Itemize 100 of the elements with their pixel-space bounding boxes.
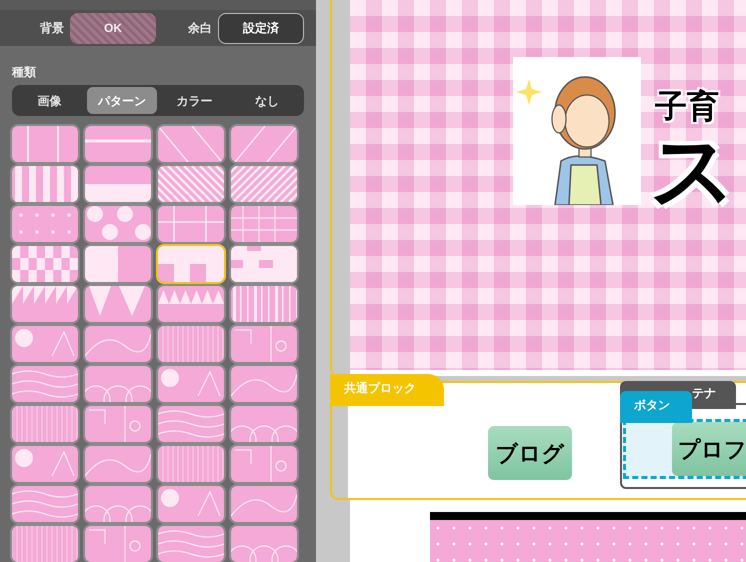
pattern-tile[interactable] [10, 164, 80, 204]
pattern-swatch-icon [12, 166, 78, 202]
margin-button[interactable]: 設定済 [218, 12, 304, 44]
pattern-tile[interactable] [229, 524, 299, 562]
pattern-tile[interactable] [83, 124, 153, 164]
type-tab[interactable]: なし [232, 87, 302, 114]
pattern-tile[interactable] [229, 164, 299, 204]
pattern-tile[interactable] [83, 404, 153, 444]
pattern-tile[interactable] [83, 284, 153, 324]
pattern-tile[interactable] [83, 324, 153, 364]
pattern-tile[interactable] [10, 404, 80, 444]
pattern-tile[interactable] [229, 404, 299, 444]
pattern-swatch-icon [12, 286, 78, 322]
pattern-tile[interactable] [156, 484, 226, 524]
pattern-tile[interactable] [156, 204, 226, 244]
pattern-tile[interactable] [10, 524, 80, 562]
pattern-swatch-icon [158, 406, 224, 442]
pattern-swatch-icon [158, 326, 224, 362]
pattern-tile[interactable] [229, 244, 299, 284]
pattern-tile[interactable] [156, 364, 226, 404]
pattern-tile[interactable] [156, 324, 226, 364]
pattern-swatch-icon [85, 166, 151, 202]
pattern-swatch-icon [158, 286, 224, 322]
pattern-swatch-icon [12, 446, 78, 482]
pattern-swatch-icon [231, 406, 297, 442]
pattern-swatch-icon [158, 526, 224, 562]
pattern-tile[interactable] [10, 364, 80, 404]
pattern-swatch-icon [231, 366, 297, 402]
pattern-swatch-icon [12, 126, 78, 162]
pattern-tile[interactable] [156, 164, 226, 204]
pattern-swatch-icon [85, 246, 151, 282]
background-label: 背景 [40, 20, 64, 38]
pattern-swatch-icon [231, 526, 297, 562]
pattern-swatch-icon [158, 246, 224, 282]
pattern-swatch-icon [231, 246, 297, 282]
pattern-swatch-icon [85, 286, 151, 322]
profile-button[interactable]: プロフ [672, 422, 746, 476]
pattern-tile[interactable] [229, 324, 299, 364]
pattern-swatch-icon [158, 486, 224, 522]
pattern-tile[interactable] [156, 524, 226, 562]
pattern-tile[interactable] [10, 284, 80, 324]
pattern-tile[interactable] [229, 204, 299, 244]
pattern-tile[interactable] [83, 164, 153, 204]
pattern-tile[interactable] [229, 124, 299, 164]
type-tab[interactable]: 画像 [14, 87, 84, 114]
pattern-tile[interactable] [229, 484, 299, 524]
pattern-tile[interactable] [83, 204, 153, 244]
pattern-tile[interactable] [229, 284, 299, 324]
pattern-tile[interactable] [229, 364, 299, 404]
pattern-swatch-icon [12, 486, 78, 522]
pattern-swatch-icon [12, 526, 78, 562]
pattern-swatch-icon [158, 366, 224, 402]
pattern-tile[interactable] [156, 444, 226, 484]
pattern-tile[interactable] [83, 524, 153, 562]
type-tab[interactable]: カラー [159, 87, 230, 114]
pattern-swatch-icon [231, 166, 297, 202]
pattern-swatch-icon [12, 326, 78, 362]
pattern-swatch-icon [12, 366, 78, 402]
pattern-tile[interactable] [83, 484, 153, 524]
pattern-tile[interactable] [10, 324, 80, 364]
pattern-swatch-icon [85, 486, 151, 522]
pattern-swatch-icon [85, 126, 151, 162]
pattern-swatch-icon [158, 206, 224, 242]
pattern-swatch-icon [85, 446, 151, 482]
pattern-tile[interactable] [10, 484, 80, 524]
pattern-tile[interactable] [10, 204, 80, 244]
pattern-swatch-icon [12, 406, 78, 442]
pattern-swatch-icon [158, 446, 224, 482]
pattern-tile[interactable] [156, 124, 226, 164]
blog-button[interactable]: ブログ [488, 426, 572, 480]
pattern-swatch-icon [231, 486, 297, 522]
pattern-tile[interactable] [83, 244, 153, 284]
pattern-tile[interactable] [10, 244, 80, 284]
pattern-swatch-icon [85, 366, 151, 402]
pattern-swatch-icon [158, 166, 224, 202]
pattern-tile[interactable] [229, 444, 299, 484]
pattern-tile[interactable] [83, 444, 153, 484]
pattern-swatch-icon [85, 406, 151, 442]
pattern-tile[interactable] [10, 124, 80, 164]
pattern-swatch-icon [231, 126, 297, 162]
pattern-tile[interactable] [156, 284, 226, 324]
pattern-tile[interactable] [156, 244, 226, 284]
pattern-swatch-icon [231, 446, 297, 482]
pattern-swatch-icon [231, 206, 297, 242]
pattern-swatch-icon [85, 206, 151, 242]
pattern-swatch-icon [12, 206, 78, 242]
pattern-swatch-icon [12, 246, 78, 282]
block-label: 共通ブロック [330, 374, 444, 406]
type-label: 種類 [12, 64, 37, 82]
pattern-swatch-icon [158, 126, 224, 162]
pattern-tile[interactable] [10, 444, 80, 484]
margin-label: 余白 [188, 20, 212, 38]
pattern-swatch-icon [231, 286, 297, 322]
pattern-tile[interactable] [156, 404, 226, 444]
pattern-tile[interactable] [83, 364, 153, 404]
header-title: ス [650, 128, 736, 212]
pattern-swatch-icon [85, 326, 151, 362]
header-subtitle: 子育 [655, 87, 719, 126]
pattern-swatch-icon [231, 326, 297, 362]
pattern-swatch-icon [85, 526, 151, 562]
